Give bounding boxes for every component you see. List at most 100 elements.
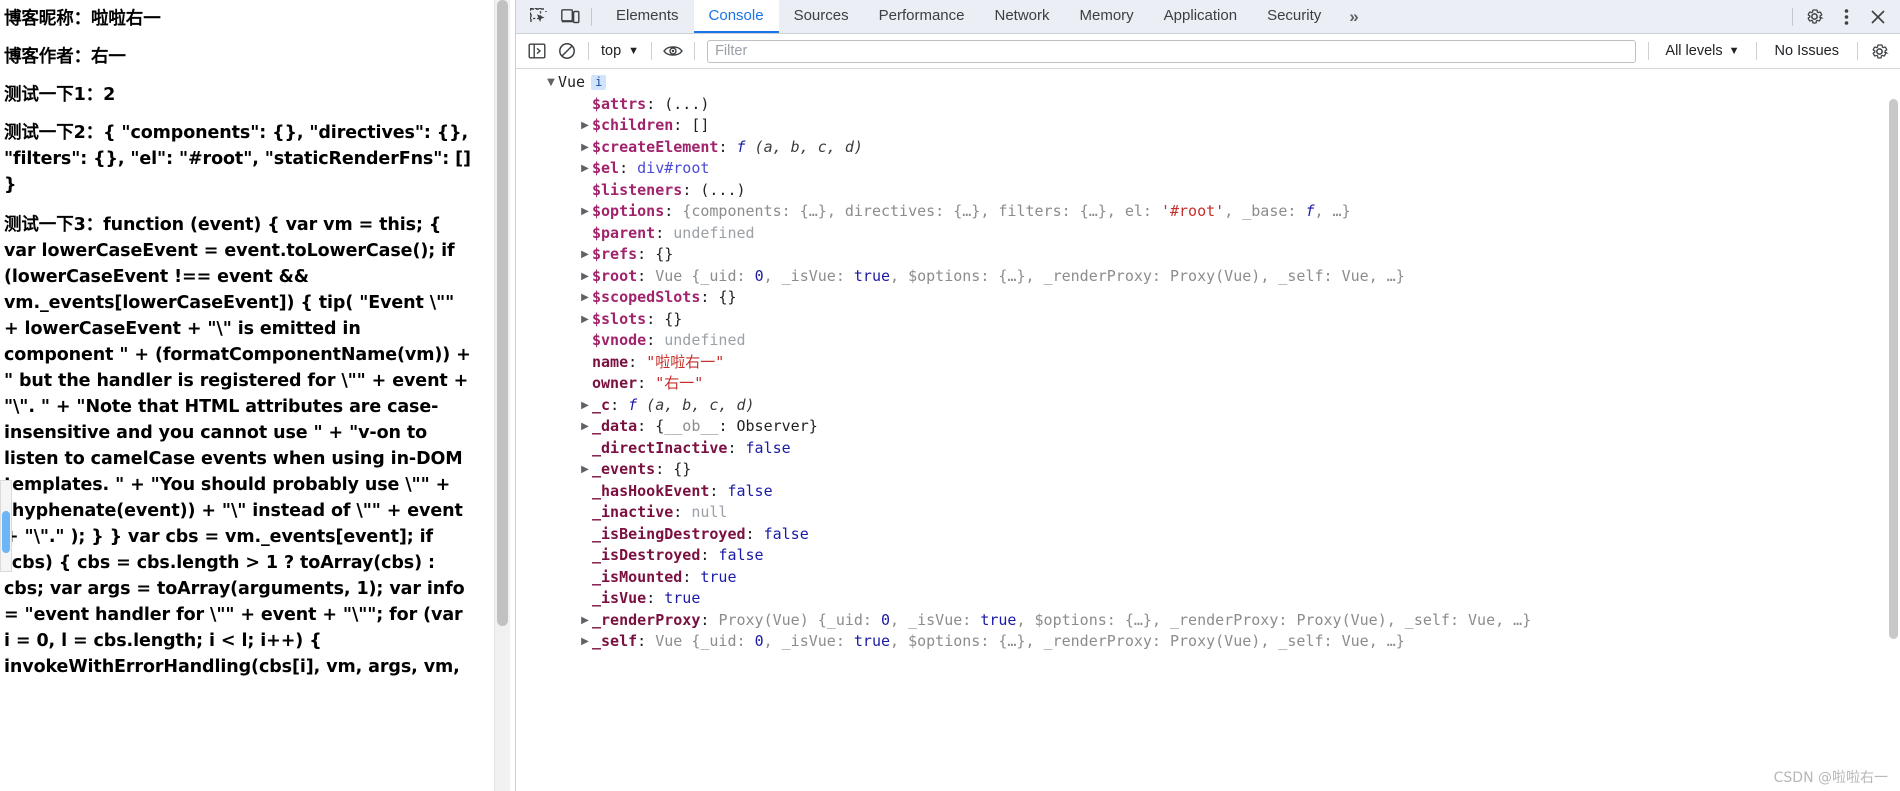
console-row-_self[interactable]: ▶ _self: Vue {_uid: 0, _isVue: true, $opt…: [516, 631, 1900, 653]
console-property-value: {components:: [682, 202, 800, 220]
clear-console-icon[interactable]: [552, 38, 582, 64]
inspect-element-icon[interactable]: [523, 3, 553, 31]
console-row-children[interactable]: ▶ $children: []: [516, 115, 1900, 137]
console-row-listeners[interactable]: ▶$listeners: (...): [516, 180, 1900, 202]
console-property-value: : Observer}: [718, 417, 818, 435]
console-row-_ismounted[interactable]: ▶_isMounted: true: [516, 567, 1900, 589]
expand-arrow-icon[interactable]: ▶: [578, 459, 592, 481]
tab-application[interactable]: Application: [1149, 0, 1252, 33]
console-row-el[interactable]: ▶ $el: div#root: [516, 158, 1900, 180]
console-property-key: $refs: [592, 245, 638, 263]
expand-arrow-placeholder: ▶: [578, 502, 592, 524]
console-sidebar-icon[interactable]: [522, 38, 552, 64]
tab-sources[interactable]: Sources: [779, 0, 864, 33]
console-row-body: $root: Vue {_uid: 0, _isVue: true, $opti…: [592, 266, 1405, 288]
expand-arrow-icon[interactable]: ▶: [578, 266, 592, 288]
console-property-key: _directInactive: [592, 438, 728, 457]
console-row-vnode[interactable]: ▶$vnode: undefined: [516, 330, 1900, 352]
console-property-value: , …}: [1368, 266, 1405, 285]
console-property-value: Proxy(Vue): [1296, 610, 1387, 629]
tab-elements[interactable]: Elements: [601, 0, 694, 33]
console-property-value: Proxy(Vue) {_uid:: [718, 610, 881, 629]
expand-arrow-placeholder: ▶: [578, 373, 592, 395]
console-row-_hashookevent[interactable]: ▶_hasHookEvent: false: [516, 481, 1900, 503]
gear-icon[interactable]: [1799, 3, 1829, 31]
tab-memory[interactable]: Memory: [1065, 0, 1149, 33]
more-tabs-icon[interactable]: »: [1336, 0, 1371, 33]
expand-arrow-icon[interactable]: ▶: [578, 631, 592, 653]
console-row-createelement[interactable]: ▶ $createElement: f (a, b, c, d): [516, 137, 1900, 159]
console-property-value: true: [853, 266, 891, 285]
execution-context-selector[interactable]: top ▼: [595, 39, 645, 63]
console-row-_c[interactable]: ▶ _c: f (a, b, c, d): [516, 395, 1900, 417]
expand-arrow-icon[interactable]: ▶: [578, 309, 592, 331]
log-level-selector[interactable]: All levels ▼: [1655, 43, 1749, 59]
inline-code-scrollbar-thumb[interactable]: [2, 511, 10, 553]
tab-network[interactable]: Network: [979, 0, 1064, 33]
page-vertical-scrollbar[interactable]: [494, 0, 510, 791]
console-property-value: , filters:: [980, 202, 1080, 220]
expand-arrow-icon[interactable]: ▶: [578, 416, 592, 438]
kebab-menu-icon[interactable]: [1831, 3, 1861, 31]
device-toolbar-icon[interactable]: [555, 3, 585, 31]
console-vertical-scrollbar[interactable]: [1887, 69, 1900, 791]
console-property-value: , _isVue:: [763, 632, 854, 650]
console-property-key: $parent: [592, 223, 656, 242]
console-row-_isdestroyed[interactable]: ▶_isDestroyed: false: [516, 545, 1900, 567]
console-row-name[interactable]: ▶name: "啦啦右一": [516, 352, 1900, 374]
console-row-slots[interactable]: ▶ $slots: {}: [516, 309, 1900, 331]
console-row-scopedslots[interactable]: ▶ $scopedSlots: {}: [516, 287, 1900, 309]
console-key-separator: :: [673, 116, 692, 134]
console-row-body: $attrs: (...): [592, 94, 709, 116]
console-row-refs[interactable]: ▶ $refs: {}: [516, 244, 1900, 266]
console-row-root[interactable]: ▶ $root: Vue {_uid: 0, _isVue: true, $opt…: [516, 266, 1900, 288]
expand-arrow-icon[interactable]: ▶: [578, 201, 592, 223]
console-row-_events[interactable]: ▶ _events: {}: [516, 459, 1900, 481]
tab-performance[interactable]: Performance: [864, 0, 980, 33]
tab-console[interactable]: Console: [693, 0, 779, 33]
expand-arrow-icon[interactable]: ▶: [578, 158, 592, 180]
console-property-value: false: [763, 524, 809, 543]
filter-input[interactable]: [707, 39, 1637, 63]
info-badge-icon[interactable]: i: [591, 75, 607, 90]
console-property-key: $options: [592, 202, 665, 220]
console-row-_data[interactable]: ▶ _data: {__ob__: Observer}: [516, 416, 1900, 438]
console-row-_directinactive[interactable]: ▶_directInactive: false: [516, 438, 1900, 460]
console-key-separator: :: [610, 395, 629, 414]
live-expression-icon[interactable]: [658, 38, 688, 64]
close-icon[interactable]: [1863, 3, 1893, 31]
console-property-value: , _isVue:: [763, 266, 854, 285]
console-row-_isvue[interactable]: ▶_isVue: true: [516, 588, 1900, 610]
console-property-value: , $options:: [890, 632, 999, 650]
console-property-value: {…}: [998, 632, 1026, 650]
filter-input-wrap: [707, 39, 1637, 63]
expand-arrow-icon[interactable]: ▶: [578, 244, 592, 266]
console-row-attrs[interactable]: ▶$attrs: (...): [516, 94, 1900, 116]
inline-code-scrollbar[interactable]: [0, 480, 12, 572]
expand-arrow-icon[interactable]: ▶: [578, 287, 592, 309]
expand-arrow-icon[interactable]: ▶: [578, 115, 592, 137]
console-row-_isbeingdestroyed[interactable]: ▶_isBeingDestroyed: false: [516, 524, 1900, 546]
console-output[interactable]: ▼ Vuei ▶$attrs: (...)▶$children: []▶$cre…: [516, 69, 1900, 791]
console-row-options[interactable]: ▶ $options: {components: {…}, directives:…: [516, 201, 1900, 223]
tab-security[interactable]: Security: [1252, 0, 1336, 33]
console-row-owner[interactable]: ▶owner: "右一": [516, 373, 1900, 395]
console-row-_renderproxy[interactable]: ▶ _renderProxy: Proxy(Vue) {_uid: 0, _isV…: [516, 610, 1900, 632]
console-row-parent[interactable]: ▶$parent: undefined: [516, 223, 1900, 245]
issues-counter[interactable]: No Issues: [1763, 43, 1851, 59]
console-scrollbar-thumb[interactable]: [1889, 99, 1898, 639]
console-property-value: , _base:: [1224, 202, 1306, 220]
console-property-value: {}: [664, 309, 683, 328]
console-row-_inactive[interactable]: ▶_inactive: null: [516, 502, 1900, 524]
console-root-row[interactable]: ▼ Vue i: [516, 72, 1900, 94]
page-content: 博客昵称：啦啦右一 博客作者：右一 测试一下1：2 测试一下2：{ "compo…: [0, 0, 486, 680]
console-property-value: 0: [881, 610, 891, 629]
expand-arrow-icon[interactable]: ▶: [578, 610, 592, 632]
expand-arrow-icon[interactable]: ▶: [578, 395, 592, 417]
page-scrollbar-thumb[interactable]: [497, 0, 508, 626]
issues-gear-icon[interactable]: [1864, 38, 1894, 64]
console-root-label: Vue: [558, 73, 586, 91]
expand-arrow-open-icon[interactable]: ▼: [544, 72, 558, 94]
console-property-key: $children: [592, 116, 674, 134]
expand-arrow-icon[interactable]: ▶: [578, 137, 592, 159]
